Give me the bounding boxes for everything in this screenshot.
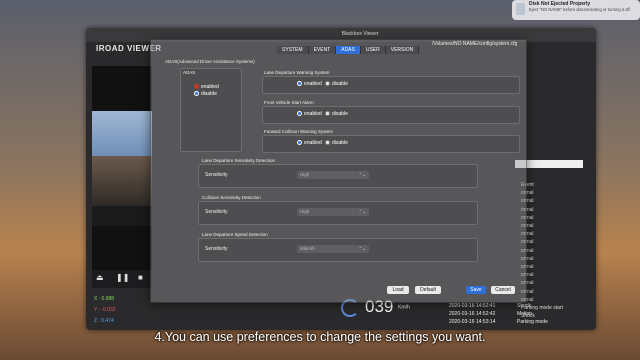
ldws-title: Lane Departure Warning System bbox=[264, 70, 330, 75]
fc-sens-select[interactable]: High ⌃⌄ bbox=[297, 208, 369, 216]
list-item[interactable]: ormal bbox=[521, 223, 581, 230]
list-item[interactable]: ormal bbox=[521, 215, 581, 222]
disk-notification[interactable]: Disk Not Ejected Properly Eject "NO NAME… bbox=[512, 0, 640, 20]
adas-enabled-radio[interactable]: enabled bbox=[194, 84, 219, 90]
tab-version[interactable]: VERSION bbox=[385, 46, 420, 54]
eject-icon[interactable]: ⏏ bbox=[96, 273, 104, 282]
list-item[interactable]: ormal bbox=[521, 256, 581, 263]
chevron-icon: ⌃⌄ bbox=[358, 246, 366, 251]
list-item[interactable]: ormal bbox=[521, 248, 581, 255]
disk-icon bbox=[516, 3, 525, 15]
load-button[interactable]: Load bbox=[387, 286, 409, 294]
list-item[interactable]: ormal bbox=[521, 231, 581, 238]
fcws-enabled-radio[interactable]: enabled bbox=[297, 140, 322, 146]
event-type: Motion bbox=[517, 311, 533, 317]
list-item[interactable]: ormal bbox=[521, 207, 581, 214]
list-item[interactable]: ormal bbox=[521, 264, 581, 271]
chevron-icon: ⌃⌄ bbox=[358, 172, 366, 177]
sensor-y: Y : -0.032 bbox=[94, 307, 116, 313]
default-button[interactable]: Default bbox=[415, 286, 441, 294]
list-item[interactable]: ormal bbox=[521, 289, 581, 296]
event-time: 2020-03-16 14:52:41 bbox=[449, 303, 496, 309]
ld-speed-select[interactable]: 60km/h ⌃⌄ bbox=[297, 245, 369, 253]
list-item[interactable]: ormal bbox=[521, 239, 581, 246]
section-title: ADAS(Advanced Driver Assistance Systems) bbox=[165, 59, 255, 64]
list-item[interactable]: Event bbox=[521, 182, 581, 189]
speed-unit: Km/h bbox=[398, 304, 410, 311]
list-item[interactable]: ormal bbox=[521, 198, 581, 205]
event-time: 2020-03-16 14:53:14 bbox=[449, 319, 496, 325]
chevron-icon: ⌃⌄ bbox=[358, 209, 366, 214]
ld-speed-label: Sensitivity bbox=[205, 246, 228, 252]
ld-sens-title: Lane Departure Sensitivity Detection bbox=[202, 158, 276, 163]
tab-user[interactable]: USER bbox=[360, 46, 386, 54]
window-title: Blackbox Viewer bbox=[341, 31, 379, 37]
event-time: 2020-03-16 14:52:42 bbox=[449, 311, 496, 317]
list-item[interactable]: ormal bbox=[521, 280, 581, 287]
save-button[interactable]: Save bbox=[466, 286, 486, 294]
playback-controls: ⏏ ❚❚ ■ bbox=[92, 270, 152, 288]
cancel-button[interactable]: Cancel bbox=[491, 286, 515, 294]
ldws-enabled-radio[interactable]: enabled bbox=[297, 81, 322, 87]
tab-system[interactable]: SYSTEM bbox=[277, 46, 309, 54]
tab-adas[interactable]: ADAS bbox=[336, 46, 361, 54]
list-item[interactable]: ormal bbox=[521, 272, 581, 279]
adas-master-group bbox=[180, 68, 242, 152]
fvsa-title: Front Vehicle Start Alarm bbox=[264, 100, 314, 105]
sensor-x: X : 0.988 bbox=[94, 296, 115, 302]
event-type: Parking mode bbox=[517, 319, 548, 325]
sensor-z: Z : 0.474 bbox=[94, 318, 114, 324]
event-type: Shock bbox=[517, 303, 531, 309]
fvsa-enabled-radio[interactable]: enabled bbox=[297, 111, 322, 117]
ld-sens-label: Sensitivity bbox=[205, 172, 228, 178]
adas-master-label: ADAS bbox=[183, 70, 196, 75]
fvsa-disable-radio[interactable]: disable bbox=[325, 111, 348, 117]
notification-body: Eject "NO NAME" before disconnecting or … bbox=[529, 7, 631, 12]
pause-icon[interactable]: ❚❚ bbox=[116, 273, 129, 282]
video-preview[interactable] bbox=[92, 66, 152, 271]
ld-sens-select[interactable]: High ⌃⌄ bbox=[297, 171, 369, 179]
fcws-disable-radio[interactable]: disable bbox=[325, 140, 348, 146]
tab-event[interactable]: EVENT bbox=[308, 46, 337, 54]
fc-sens-title: Collision Sensitivity Detection bbox=[202, 195, 261, 200]
ld-speed-title: Lane Departure Speed Detection bbox=[202, 232, 268, 237]
stop-icon[interactable]: ■ bbox=[138, 273, 143, 282]
list-item[interactable]: ormal bbox=[521, 190, 581, 197]
fcws-title: Forward Collision Warning System bbox=[264, 129, 333, 134]
tab-bar: SYSTEM EVENT ADAS USER VERSION bbox=[277, 46, 420, 54]
config-path: /Volumes/NO NAME/config/system.cfg bbox=[432, 41, 518, 47]
fc-sens-label: Sensitivity bbox=[205, 209, 228, 215]
ldws-disable-radio[interactable]: disable bbox=[325, 81, 348, 87]
adas-disable-radio[interactable]: disable bbox=[194, 91, 217, 97]
caption: 4.You can use preferences to change the … bbox=[154, 330, 486, 344]
